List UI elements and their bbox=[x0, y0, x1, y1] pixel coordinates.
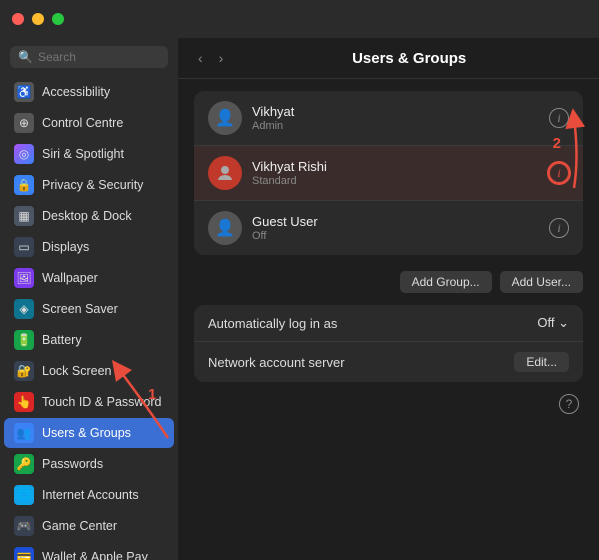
sidebar: 🔍 ♿ Accessibility ⊕ Control Centre ◎ Siri & S… bbox=[0, 38, 178, 560]
avatar bbox=[208, 156, 242, 190]
user-name: Vikhyat Rishi bbox=[252, 159, 539, 174]
info-button[interactable]: i bbox=[549, 163, 569, 183]
titlebar bbox=[0, 0, 599, 38]
add-user-button[interactable]: Add User... bbox=[500, 271, 583, 293]
info-button[interactable]: i bbox=[549, 218, 569, 238]
sidebar-item-label-desktop: Desktop & Dock bbox=[42, 209, 132, 223]
internet-icon: 🌐 bbox=[14, 485, 34, 505]
content-area: ‹ › Users & Groups 👤VikhyatAdminiVikhyat… bbox=[178, 38, 599, 560]
siri-icon: ◎ bbox=[14, 144, 34, 164]
gamecenter-icon: 🎮 bbox=[14, 516, 34, 536]
sidebar-item-users[interactable]: 👥 Users & Groups bbox=[4, 418, 174, 448]
sidebar-item-passwords[interactable]: 🔑 Passwords bbox=[4, 449, 174, 479]
search-box[interactable]: 🔍 bbox=[10, 46, 168, 68]
sidebar-item-label-screensaver: Screen Saver bbox=[42, 302, 118, 316]
setting-label: Network account server bbox=[208, 355, 514, 370]
user-role: Standard bbox=[252, 175, 539, 187]
user-role: Admin bbox=[252, 120, 539, 132]
setting-row: Network account serverEdit... bbox=[194, 342, 583, 382]
sidebar-item-siri[interactable]: ◎ Siri & Spotlight bbox=[4, 139, 174, 169]
sidebar-item-label-touchid: Touch ID & Password bbox=[42, 395, 162, 409]
avatar: 👤 bbox=[208, 211, 242, 245]
privacy-icon: 🔒 bbox=[14, 175, 34, 195]
user-role: Off bbox=[252, 230, 539, 242]
sidebar-item-label-gamecenter: Game Center bbox=[42, 519, 117, 533]
sidebar-item-gamecenter[interactable]: 🎮 Game Center bbox=[4, 511, 174, 541]
network-account-edit-button[interactable]: Edit... bbox=[514, 352, 569, 372]
setting-label: Automatically log in as bbox=[208, 316, 537, 331]
user-name: Guest User bbox=[252, 214, 539, 229]
back-button[interactable]: ‹ bbox=[194, 48, 207, 68]
sidebar-item-label-accessibility: Accessibility bbox=[42, 85, 110, 99]
close-button[interactable] bbox=[12, 13, 24, 25]
sidebar-item-touchid[interactable]: 👆 Touch ID & Password bbox=[4, 387, 174, 417]
search-icon: 🔍 bbox=[18, 50, 33, 64]
sidebar-item-label-internet: Internet Accounts bbox=[42, 488, 139, 502]
user-name: Vikhyat bbox=[252, 104, 539, 119]
sidebar-item-label-siri: Siri & Spotlight bbox=[42, 147, 124, 161]
sidebar-item-battery[interactable]: 🔋 Battery bbox=[4, 325, 174, 355]
content-header: ‹ › Users & Groups bbox=[178, 38, 599, 79]
sidebar-item-privacy[interactable]: 🔒 Privacy & Security bbox=[4, 170, 174, 200]
wallpaper-icon: 🖼 bbox=[14, 268, 34, 288]
sidebar-item-wallpaper[interactable]: 🖼 Wallpaper bbox=[4, 263, 174, 293]
user-info: Vikhyat RishiStandard bbox=[252, 159, 539, 187]
sidebar-item-label-battery: Battery bbox=[42, 333, 82, 347]
screensaver-icon: ◈ bbox=[14, 299, 34, 319]
sidebar-item-label-wallet: Wallet & Apple Pay bbox=[42, 550, 148, 560]
info-button[interactable]: i bbox=[549, 108, 569, 128]
control-icon: ⊕ bbox=[14, 113, 34, 133]
maximize-button[interactable] bbox=[52, 13, 64, 25]
main-layout: 🔍 ♿ Accessibility ⊕ Control Centre ◎ Siri & S… bbox=[0, 38, 599, 560]
sidebar-item-lockscreen[interactable]: 🔐 Lock Screen bbox=[4, 356, 174, 386]
user-info: VikhyatAdmin bbox=[252, 104, 539, 132]
touchid-icon: 👆 bbox=[14, 392, 34, 412]
setting-value: Off ⌄ bbox=[537, 315, 569, 331]
minimize-button[interactable] bbox=[32, 13, 44, 25]
sidebar-item-label-displays: Displays bbox=[42, 240, 89, 254]
sidebar-items-container: ♿ Accessibility ⊕ Control Centre ◎ Siri & Spo… bbox=[0, 76, 178, 560]
user-row: Vikhyat RishiStandard i bbox=[194, 146, 583, 201]
sidebar-item-screensaver[interactable]: ◈ Screen Saver bbox=[4, 294, 174, 324]
sidebar-item-wallet[interactable]: 💳 Wallet & Apple Pay bbox=[4, 542, 174, 560]
sidebar-item-displays[interactable]: ▭ Displays bbox=[4, 232, 174, 262]
user-row: 👤Guest UserOffi bbox=[194, 201, 583, 255]
add-group-button[interactable]: Add Group... bbox=[400, 271, 492, 293]
displays-icon: ▭ bbox=[14, 237, 34, 257]
page-title: Users & Groups bbox=[235, 50, 583, 67]
lockscreen-icon: 🔐 bbox=[14, 361, 34, 381]
users-section: 👤VikhyatAdminiVikhyat RishiStandardi👤Gue… bbox=[194, 91, 583, 255]
wallet-icon: 💳 bbox=[14, 547, 34, 560]
accessibility-icon: ♿ bbox=[14, 82, 34, 102]
sidebar-item-label-lockscreen: Lock Screen bbox=[42, 364, 111, 378]
passwords-icon: 🔑 bbox=[14, 454, 34, 474]
battery-icon: 🔋 bbox=[14, 330, 34, 350]
sidebar-item-label-privacy: Privacy & Security bbox=[42, 178, 143, 192]
user-info: Guest UserOff bbox=[252, 214, 539, 242]
sidebar-item-label-wallpaper: Wallpaper bbox=[42, 271, 98, 285]
help-row: ? bbox=[178, 386, 599, 422]
sidebar-item-label-passwords: Passwords bbox=[42, 457, 103, 471]
settings-section: Automatically log in asOff ⌄Network acco… bbox=[194, 305, 583, 382]
users-icon: 👥 bbox=[14, 423, 34, 443]
avatar: 👤 bbox=[208, 101, 242, 135]
sidebar-item-label-users: Users & Groups bbox=[42, 426, 131, 440]
search-input[interactable] bbox=[38, 50, 160, 64]
sidebar-item-control[interactable]: ⊕ Control Centre bbox=[4, 108, 174, 138]
setting-row: Automatically log in asOff ⌄ bbox=[194, 305, 583, 342]
sidebar-item-accessibility[interactable]: ♿ Accessibility bbox=[4, 77, 174, 107]
sidebar-item-label-control: Control Centre bbox=[42, 116, 123, 130]
desktop-icon: ▦ bbox=[14, 206, 34, 226]
help-button[interactable]: ? bbox=[559, 394, 579, 414]
user-row: 👤VikhyatAdmini bbox=[194, 91, 583, 146]
add-buttons-row: Add Group... Add User... bbox=[178, 263, 599, 301]
forward-button[interactable]: › bbox=[215, 48, 228, 68]
sidebar-item-internet[interactable]: 🌐 Internet Accounts bbox=[4, 480, 174, 510]
sidebar-item-desktop[interactable]: ▦ Desktop & Dock bbox=[4, 201, 174, 231]
